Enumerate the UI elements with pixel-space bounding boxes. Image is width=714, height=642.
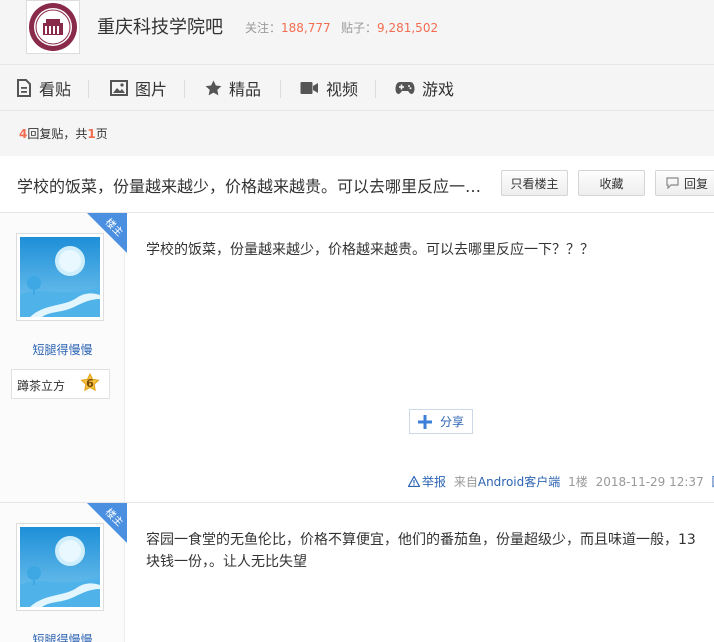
page-number: 1 [87, 127, 96, 141]
reply-button[interactable]: 回复 [655, 170, 714, 196]
client-link[interactable]: Android客户端 [478, 475, 560, 489]
nav-divider [280, 80, 281, 98]
nav-divider [88, 80, 89, 98]
nav-tab-games[interactable]: 游戏 [395, 65, 454, 111]
share-label: 分享 [439, 415, 464, 429]
post-meta: 举报 来自Android客户端 1楼 2018-11-29 12:37 回复 [407, 473, 714, 490]
thread-title: 学校的饭菜，份量越来越少，价格越来越贵。可以去哪里反应一下？？？ [17, 177, 487, 196]
post-floor-1: 短腿得慢慢 蹲茶立方 6 楼主 学校的饭菜，份量越来越少，价格越来越贵。可以去哪… [0, 213, 714, 503]
comment-icon [666, 177, 679, 189]
forum-nav: 看贴 图片 精品 视频 游戏 [0, 64, 714, 111]
reply-button-label: 回复 [683, 176, 708, 191]
reply-text: 回复贴，共 [27, 127, 88, 141]
star-icon [205, 80, 222, 96]
nav-divider [184, 80, 185, 98]
level-star-icon: 6 [79, 372, 101, 395]
forum-name[interactable]: 重庆科技学院吧 [97, 13, 223, 39]
nav-tab-video[interactable]: 视频 [300, 65, 358, 111]
reply-count: 4回复贴，共1页 [19, 125, 108, 142]
op-corner-tag: 楼主 [87, 213, 127, 253]
post-author-panel: 短腿得慢慢 蹲茶立方 6 [0, 213, 125, 502]
report-link[interactable]: 举报 [407, 475, 447, 489]
reply-info-bar: 4回复贴，共1页 [0, 111, 714, 156]
nav-tab-images[interactable]: 图片 [110, 65, 167, 111]
nav-label: 图片 [135, 80, 168, 99]
username[interactable]: 短腿得慢慢 [0, 341, 125, 358]
posts-count: 9,281,502 [377, 21, 439, 35]
nav-label: 游戏 [422, 80, 455, 99]
share-button[interactable]: 分享 [409, 409, 473, 434]
gamepad-icon [395, 82, 415, 94]
image-icon [110, 80, 128, 96]
badge-name: 蹲茶立方 [17, 379, 66, 393]
posts-stat: 贴子：9,281,502 [341, 19, 438, 36]
collect-button[interactable]: 收藏 [578, 170, 645, 196]
thread-title-bar: 学校的饭菜，份量越来越少，价格越来越贵。可以去哪里反应一下？？？ 只看楼主 收藏… [0, 156, 714, 213]
nav-label: 看贴 [39, 80, 72, 99]
post-content: 学校的饭菜，份量越来越少，价格越来越贵。可以去哪里反应一下？？？ [146, 242, 594, 258]
username[interactable]: 短腿得慢慢 [0, 631, 125, 642]
nav-tab-posts[interactable]: 看贴 [16, 65, 71, 111]
follow-count: 188,777 [281, 21, 331, 35]
nav-label: 视频 [326, 80, 359, 99]
member-badge[interactable]: 蹲茶立方 6 [11, 369, 110, 399]
report-label: 举报 [422, 475, 447, 489]
post-content: 容园一食堂的无鱼伦比，价格不算便宜，他们的番茄鱼，份量超级少，而且味道一般，13… [146, 532, 696, 570]
nav-label: 精品 [229, 80, 262, 99]
post-floor-2: 短腿得慢慢 楼主 容园一食堂的无鱼伦比，价格不算便宜，他们的番茄鱼，份量超级少，… [0, 503, 714, 642]
video-icon [300, 82, 318, 94]
post-time: 2018-11-29 12:37 [595, 475, 704, 489]
follow-stat: 关注：188,777 [245, 19, 331, 36]
forum-logo[interactable] [26, 0, 80, 54]
op-corner-tag: 楼主 [87, 503, 127, 543]
posts-label: 贴子： [341, 21, 378, 35]
source-prefix: 来自 [453, 475, 478, 489]
warning-icon [407, 475, 421, 488]
floor-number: 1楼 [568, 475, 588, 489]
only-op-button[interactable]: 只看楼主 [501, 170, 568, 196]
share-plus-icon [417, 414, 432, 429]
forum-header: 重庆科技学院吧 关注：188,777 贴子：9,281,502 [0, 0, 714, 64]
nav-tab-featured[interactable]: 精品 [205, 65, 261, 111]
document-icon [17, 79, 31, 97]
badge-level: 6 [86, 377, 94, 390]
page-text: 页 [95, 127, 108, 141]
follow-label: 关注： [245, 21, 282, 35]
nav-divider [375, 80, 376, 98]
